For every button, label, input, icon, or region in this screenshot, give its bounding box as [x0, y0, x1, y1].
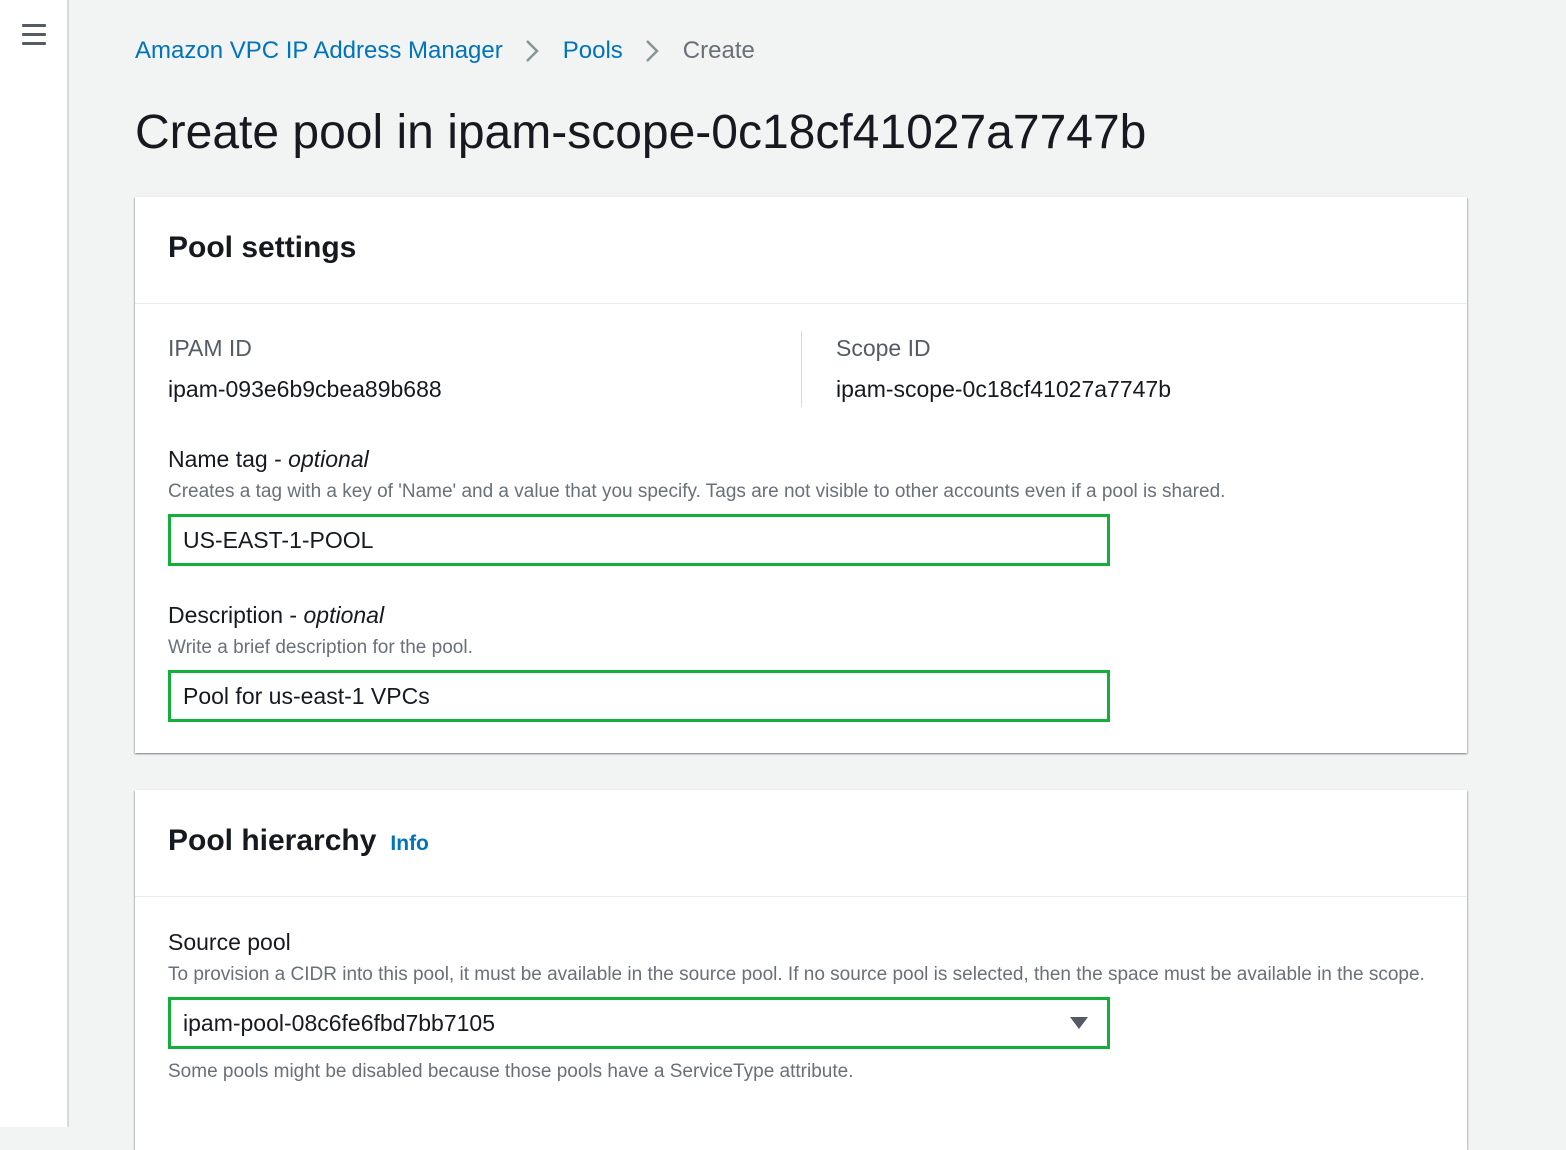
scope-id-value: ipam-scope-0c18cf41027a7747b [836, 376, 1172, 402]
description-label: Description - optional [168, 602, 385, 628]
pool-hierarchy-title: Pool hierarchy Info [168, 824, 429, 857]
pool-settings-title: Pool settings [168, 231, 357, 264]
description-help-text: Write a brief description for the pool. [168, 637, 473, 658]
hamburger-menu-icon[interactable] [22, 24, 46, 46]
caret-down-icon [1070, 1017, 1088, 1029]
scope-id-label: Scope ID [836, 335, 931, 361]
source-pool-field: Source pool To provision a CIDR into thi… [168, 929, 1428, 1083]
ipam-id-value: ipam-093e6b9cbea89b688 [168, 376, 442, 402]
breadcrumb: Amazon VPC IP Address Manager Pools Crea… [135, 34, 755, 68]
name-tag-label: Name tag - optional [168, 446, 369, 472]
description-input-wrapper [168, 670, 1110, 722]
scope-id-group: Scope ID ipam-scope-0c18cf41027a7747b [836, 335, 1171, 403]
optional-tag: optional [303, 602, 385, 628]
description-input[interactable] [171, 673, 1107, 719]
side-navigation-rail [0, 0, 69, 1127]
source-pool-select[interactable]: ipam-pool-08c6fe6fbd7bb7105 [168, 997, 1110, 1049]
page-title: Create pool in ipam-scope-0c18cf41027a77… [135, 106, 1147, 159]
source-pool-description: To provision a CIDR into this pool, it m… [168, 964, 1425, 985]
source-pool-selected-value: ipam-pool-08c6fe6fbd7bb7105 [183, 1009, 496, 1036]
column-divider [801, 331, 802, 407]
ipam-id-group: IPAM ID ipam-093e6b9cbea89b688 [168, 335, 442, 403]
name-tag-field: Name tag - optional Creates a tag with a… [168, 446, 1225, 566]
optional-tag: optional [288, 446, 369, 472]
ipam-id-label: IPAM ID [168, 335, 252, 361]
info-link[interactable]: Info [390, 832, 428, 856]
pool-hierarchy-panel: Pool hierarchy Info Source pool To provi… [135, 790, 1467, 1150]
breadcrumb-link-ipam[interactable]: Amazon VPC IP Address Manager [135, 37, 503, 65]
breadcrumb-current: Create [682, 37, 755, 64]
name-tag-input[interactable] [171, 517, 1107, 563]
source-pool-hint: Some pools might be disabled because tho… [168, 1061, 854, 1082]
pool-settings-panel: Pool settings IPAM ID ipam-093e6b9cbea89… [135, 197, 1467, 753]
source-pool-label: Source pool [168, 929, 291, 955]
chevron-right-icon [525, 40, 539, 62]
breadcrumb-link-pools[interactable]: Pools [563, 37, 623, 65]
name-tag-description: Creates a tag with a key of 'Name' and a… [168, 481, 1226, 502]
description-field: Description - optional Write a brief des… [168, 602, 1110, 722]
chevron-right-icon [645, 40, 659, 62]
pool-hierarchy-header: Pool hierarchy Info [135, 790, 1467, 897]
name-tag-input-wrapper [168, 514, 1110, 566]
pool-settings-header: Pool settings [135, 197, 1467, 304]
